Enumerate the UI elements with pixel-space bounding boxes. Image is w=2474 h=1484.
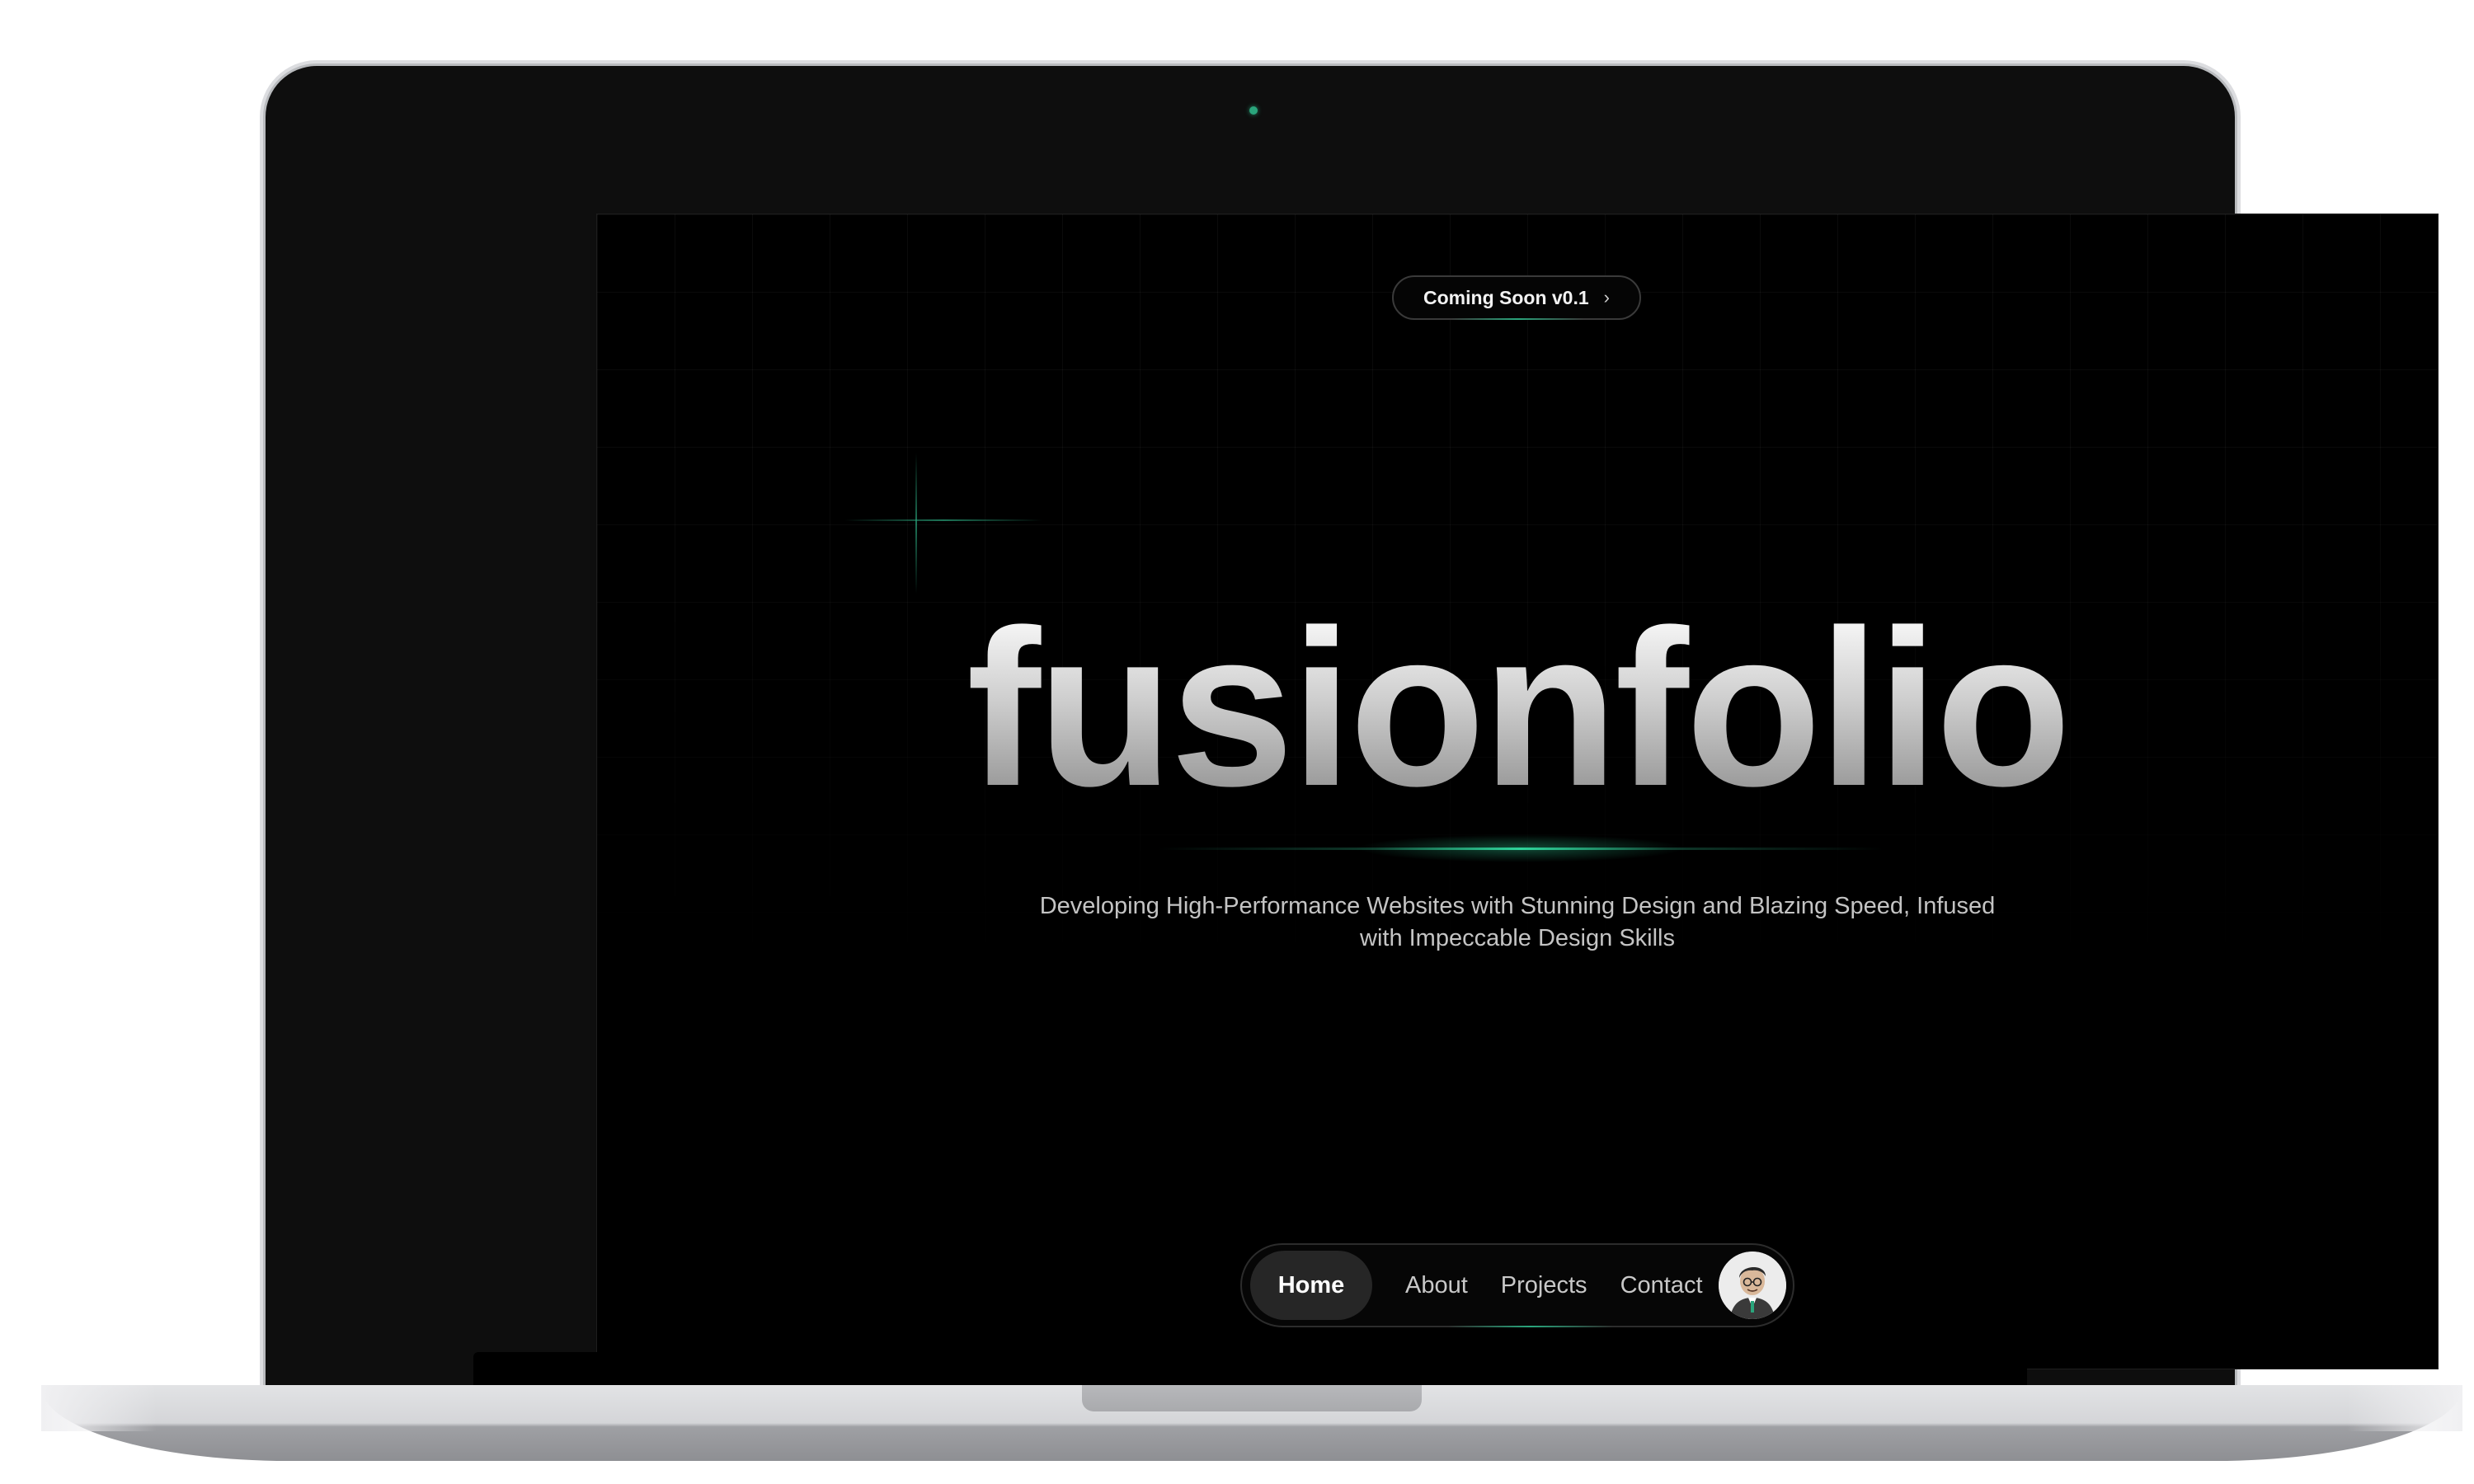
trackpad-notch (1082, 1385, 1422, 1411)
coming-soon-badge[interactable]: Coming Soon v0.1 › (1392, 275, 1641, 320)
hero-title: fusionfolio (597, 598, 2438, 820)
laptop-lid: Coming Soon v0.1 › fusionfolio Developin… (266, 66, 2439, 1410)
camera-dot (1249, 106, 1258, 115)
subtitle-line-2: with Impeccable Design Skills (1360, 925, 1675, 951)
nav-item-contact[interactable]: Contact (1620, 1272, 1703, 1299)
badge-glow (1451, 318, 1583, 320)
bottom-nav: Home About Projects Contact (1240, 1243, 1794, 1327)
mockup-stage: Coming Soon v0.1 › fusionfolio Developin… (0, 0, 2474, 1484)
grid-accent-vertical (915, 453, 917, 594)
nav-item-about[interactable]: About (1405, 1272, 1468, 1299)
coming-soon-label: Coming Soon v0.1 (1423, 286, 1589, 308)
nav-item-home[interactable]: Home (1250, 1251, 1372, 1320)
hero-underline (1158, 848, 1884, 850)
laptop-base (41, 1385, 2462, 1461)
nav-glow (1448, 1326, 1613, 1327)
subtitle-line-1: Developing High-Performance Websites wit… (1039, 893, 1996, 919)
screen: Coming Soon v0.1 › fusionfolio Developin… (596, 214, 2439, 1369)
hero-subtitle: Developing High-Performance Websites wit… (1023, 890, 2012, 955)
grid-accent-horizontal (844, 519, 1042, 521)
chevron-right-icon: › (1603, 287, 1610, 308)
nav-item-projects[interactable]: Projects (1501, 1272, 1587, 1299)
user-avatar-icon[interactable] (1719, 1252, 1786, 1319)
